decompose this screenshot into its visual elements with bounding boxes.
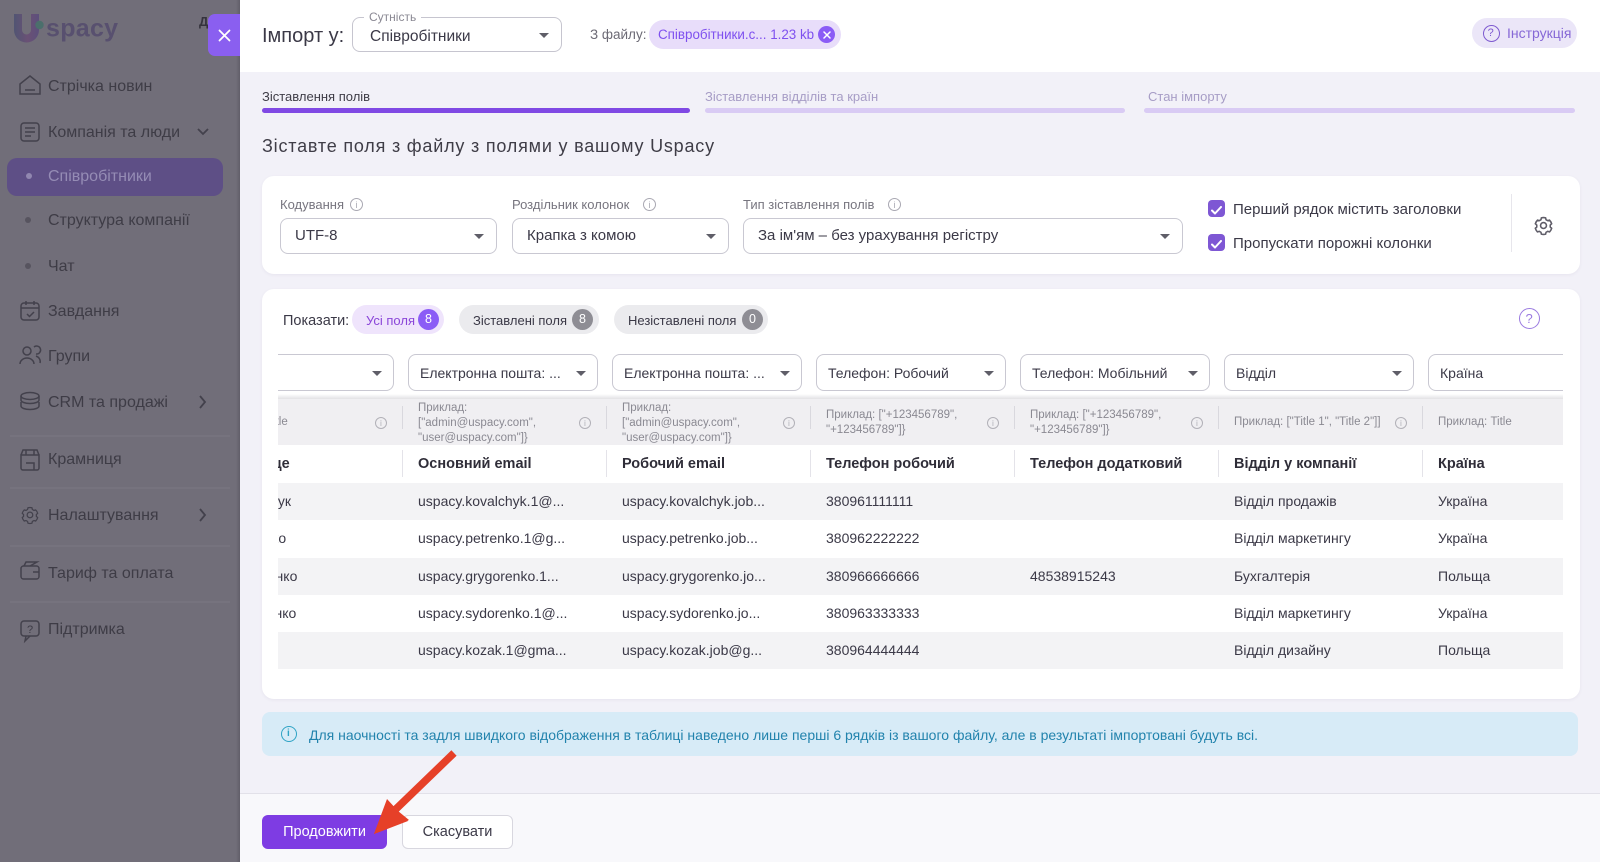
svg-text:?: ? xyxy=(27,624,33,636)
